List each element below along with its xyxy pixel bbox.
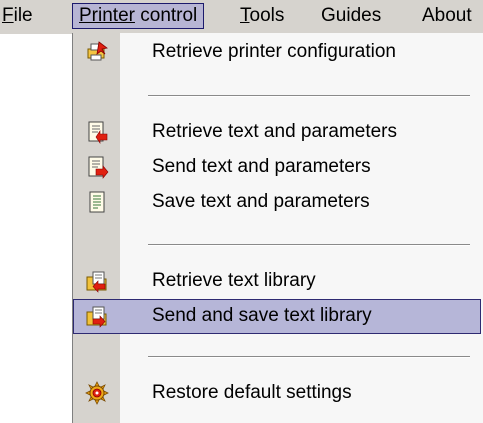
send-document-icon xyxy=(85,155,109,179)
menu-item-send-and-save-text-library[interactable]: Send and save text library xyxy=(73,299,481,334)
menu-item-label: Retrieve printer configuration xyxy=(152,41,396,62)
menu-item-label: Retrieve text library xyxy=(152,270,316,291)
menu-file-accel: F xyxy=(2,5,14,26)
menu-separator xyxy=(148,356,470,358)
menu-icon-strip xyxy=(73,33,120,423)
menu-item-label: Save text and parameters xyxy=(152,191,370,212)
menu-bar: File Printer control Tools Guides About xyxy=(0,0,483,34)
menu-printer-control[interactable]: Printer control xyxy=(72,3,205,29)
menu-file[interactable]: File xyxy=(2,4,33,28)
printer-control-dropdown: Retrieve printer configuration Retrieve … xyxy=(72,33,483,423)
menu-guides[interactable]: Guides xyxy=(321,4,381,28)
retrieve-library-icon xyxy=(85,269,109,293)
menu-item-save-text-and-parameters[interactable]: Save text and parameters xyxy=(73,185,481,220)
menu-item-label: Retrieve text and parameters xyxy=(152,121,398,142)
restore-defaults-icon xyxy=(85,381,109,405)
menu-separator xyxy=(148,95,470,97)
menu-printer-control-accel: Printer xyxy=(79,5,135,26)
send-library-icon xyxy=(85,304,109,328)
menu-item-send-text-and-parameters[interactable]: Send text and parameters xyxy=(73,150,481,185)
menu-item-retrieve-text-and-parameters[interactable]: Retrieve text and parameters xyxy=(73,115,481,150)
menu-item-label: Send and save text library xyxy=(152,305,372,326)
menu-tools-label: ools xyxy=(249,5,285,26)
save-document-icon xyxy=(85,190,109,214)
menu-printer-control-label: control xyxy=(134,5,198,26)
menu-item-restore-default-settings[interactable]: Restore default settings xyxy=(73,376,481,411)
menu-item-retrieve-printer-configuration[interactable]: Retrieve printer configuration xyxy=(73,35,481,70)
menu-tools-accel: T xyxy=(240,5,250,26)
menu-item-label: Restore default settings xyxy=(152,382,352,403)
printer-config-icon xyxy=(85,40,109,64)
menu-item-label: Send text and parameters xyxy=(152,156,371,177)
menu-separator xyxy=(148,244,470,246)
menu-item-retrieve-text-library[interactable]: Retrieve text library xyxy=(73,264,481,299)
menu-tools[interactable]: Tools xyxy=(240,4,284,28)
menu-about[interactable]: About xyxy=(422,4,472,28)
menu-file-label: ile xyxy=(13,5,33,26)
retrieve-document-icon xyxy=(85,120,109,144)
